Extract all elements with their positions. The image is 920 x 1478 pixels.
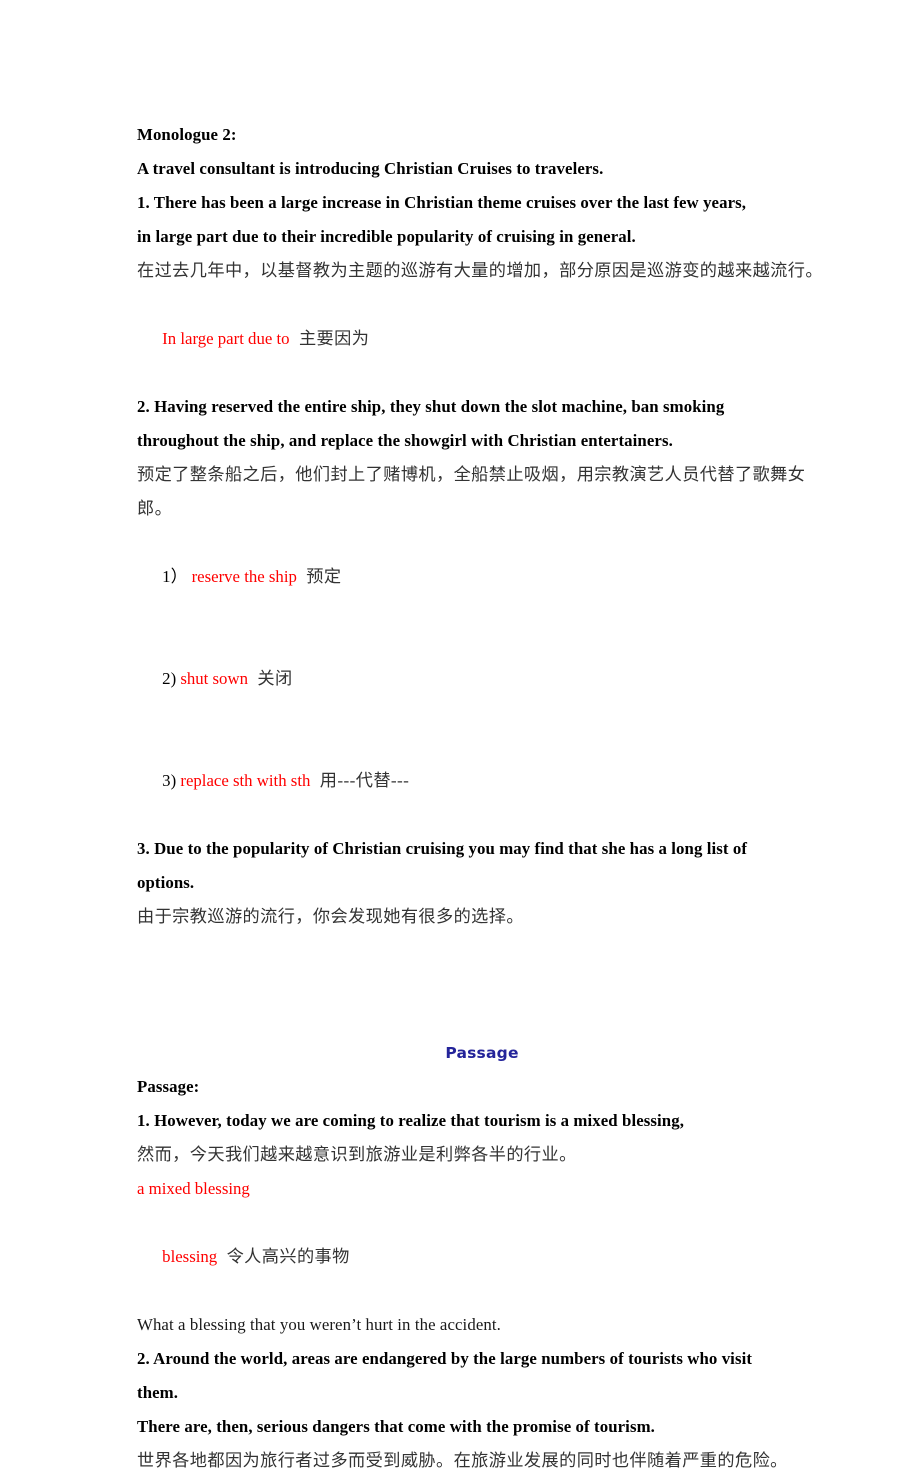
note-gloss-spacer	[248, 669, 257, 688]
monologue-item-2-note-2: 2) shut sown 关闭	[137, 628, 827, 730]
passage-title: Passage:	[137, 1077, 200, 1096]
note-term: blessing	[162, 1247, 218, 1266]
note-marker: 1）	[162, 567, 188, 586]
note-gloss-spacer	[297, 567, 306, 586]
monologue-item-2-english-line-1: 2. Having reserved the entire ship, they…	[137, 397, 725, 416]
note-gloss-text: 令人高兴的事物	[226, 1247, 350, 1266]
note-gloss-spacer	[310, 771, 319, 790]
note-term: shut sown	[180, 669, 248, 688]
document-page: Monologue 2: A travel consultant is intr…	[0, 0, 920, 1470]
note-marker: 2)	[162, 669, 177, 688]
passage-section-heading: Passage	[445, 1044, 519, 1062]
monologue-item-1-note-1: In large part due to 主要因为	[137, 288, 827, 390]
note-gloss-text: 预定	[306, 567, 342, 586]
note-gloss	[290, 329, 299, 348]
monologue-item-3-english-line-1: 3. Due to the popularity of Christian cr…	[137, 839, 748, 858]
passage-item-1-example: What a blessing that you weren’t hurt in…	[137, 1315, 501, 1334]
note-term: In large part due to	[162, 329, 290, 348]
monologue-item-1-english-line-1: 1. There has been a large increase in Ch…	[137, 193, 747, 212]
passage-item-2-english-line-3: There are, then, serious dangers that co…	[137, 1417, 655, 1436]
note-gloss-text: 主要因为	[298, 329, 370, 348]
note-term: reserve the ship	[191, 567, 297, 586]
document-body: Monologue 2: A travel consultant is intr…	[137, 118, 827, 1478]
monologue-subtitle: A travel consultant is introducing Chris…	[137, 159, 604, 178]
passage-item-1-note-2: blessing 令人高兴的事物	[137, 1206, 827, 1308]
passage-item-2-english-line-1: 2. Around the world, areas are endangere…	[137, 1349, 753, 1368]
note-gloss-text: 用---代替---	[319, 771, 410, 790]
monologue-item-3-chinese: 由于宗教巡游的流行，你会发现她有很多的选择。	[137, 907, 524, 926]
passage-item-1-note-1: a mixed blessing	[137, 1179, 250, 1198]
note-gloss-spacer	[217, 1247, 226, 1266]
note-term: replace sth with sth	[180, 771, 311, 790]
monologue-item-2-note-3: 3) replace sth with sth 用---代替---	[137, 730, 827, 832]
monologue-item-2-english-line-2: throughout the ship, and replace the sho…	[137, 431, 673, 450]
monologue-item-2-note-1: 1） reserve the ship 预定	[137, 526, 827, 628]
note-gloss-text: 关闭	[257, 669, 293, 688]
monologue-item-1-english-line-2: in large part due to their incredible po…	[137, 227, 636, 246]
passage-item-2-chinese: 世界各地都因为旅行者过多而受到威胁。在旅游业发展的同时也伴随着严重的危险。	[137, 1451, 788, 1470]
monologue-item-3-english-line-2: options.	[137, 873, 195, 892]
passage-item-1-chinese: 然而，今天我们越来越意识到旅游业是利弊各半的行业。	[137, 1145, 577, 1164]
passage-item-1-english-line-1: 1. However, today we are coming to reali…	[137, 1111, 685, 1130]
monologue-item-2-chinese: 预定了整条船之后，他们封上了赌博机，全船禁止吸烟，用宗教演艺人员代替了歌舞女郎。	[137, 465, 806, 518]
monologue-item-1-chinese: 在过去几年中，以基督教为主题的巡游有大量的增加，部分原因是巡游变的越来越流行。	[137, 261, 823, 280]
monologue-title: Monologue 2:	[137, 125, 237, 144]
note-marker: 3)	[162, 771, 177, 790]
passage-item-2-english-line-2: them.	[137, 1383, 179, 1402]
